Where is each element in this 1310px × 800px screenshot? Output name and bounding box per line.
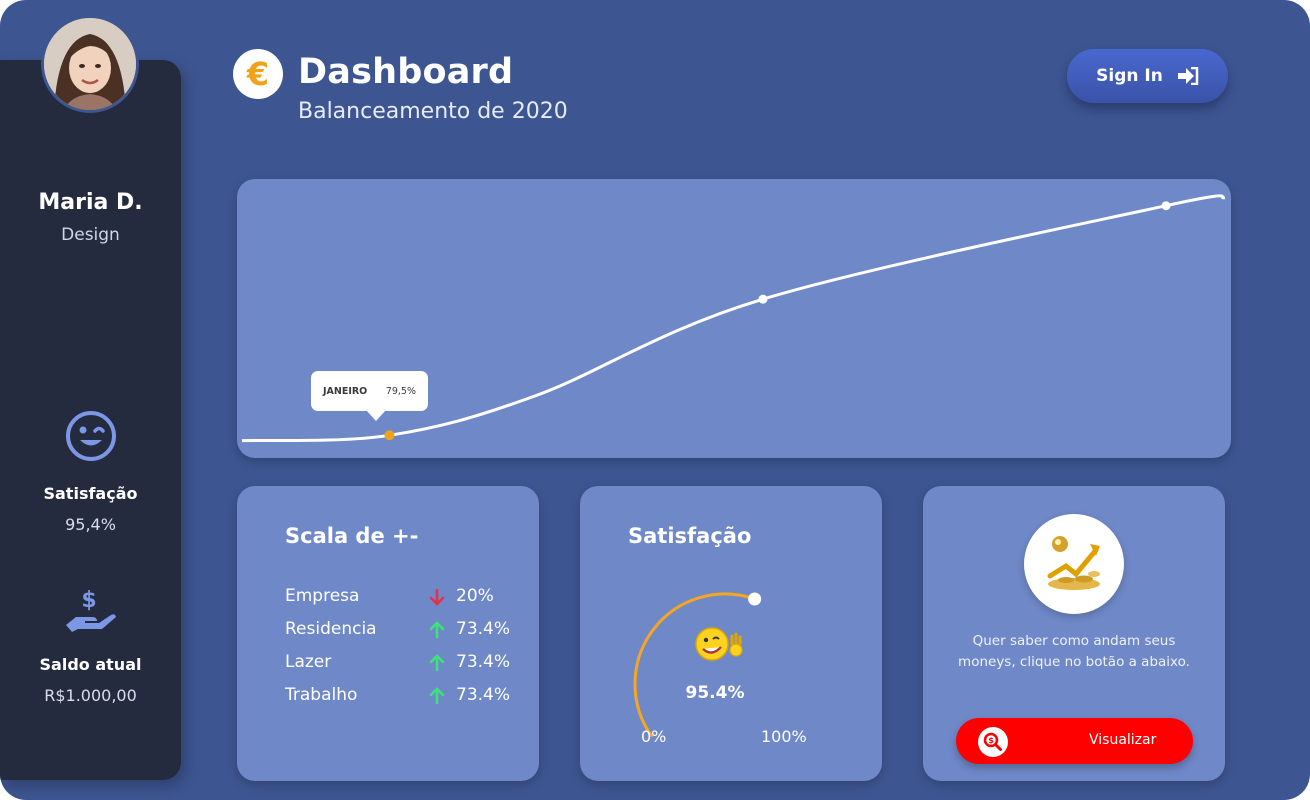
scale-row-label: Trabalho bbox=[285, 685, 358, 705]
user-name: Maria D. bbox=[38, 190, 143, 215]
scale-row-value: 73.4% bbox=[456, 619, 511, 639]
balance-value: R$1.000,00 bbox=[44, 686, 137, 705]
gauge-arc bbox=[633, 592, 757, 738]
euro-icon: € bbox=[233, 49, 283, 99]
scale-row: Residencia 73.4% bbox=[285, 619, 515, 643]
chart-point-highlighted[interactable] bbox=[384, 430, 395, 441]
sidebar: Maria D. Design Satisfação 95,4% $ Saldo… bbox=[0, 60, 181, 780]
money-hand-icon: $ bbox=[66, 588, 116, 632]
tooltip-label: JANEIRO bbox=[323, 385, 368, 397]
sign-in-icon bbox=[1177, 67, 1199, 85]
scale-row-label: Empresa bbox=[285, 586, 360, 606]
satisfaction-card: Satisfação 95.4% 0% 100% bbox=[580, 486, 882, 781]
gauge-knob[interactable] bbox=[748, 592, 762, 606]
invest-illustration bbox=[1024, 514, 1124, 614]
scale-card-title: Scala de +- bbox=[285, 524, 419, 548]
invest-card: Quer saber como andam seus moneys, cliqu… bbox=[923, 486, 1225, 781]
arrow-up-icon bbox=[429, 687, 445, 705]
gauge-min-label: 0% bbox=[641, 727, 667, 746]
page-subtitle: Balanceamento de 2020 bbox=[298, 99, 568, 124]
satisfaction-label: Satisfação bbox=[43, 484, 138, 503]
avatar-photo bbox=[44, 18, 136, 110]
scale-row: Lazer 73.4% bbox=[285, 652, 515, 676]
svg-text:$: $ bbox=[988, 736, 994, 745]
arrow-up-icon bbox=[429, 621, 445, 639]
arrow-up-icon bbox=[429, 654, 445, 672]
scale-row: Trabalho 73.4% bbox=[285, 685, 515, 709]
sign-in-label: Sign In bbox=[1096, 66, 1163, 86]
gauge-value: 95.4% bbox=[685, 683, 745, 703]
chart-point[interactable] bbox=[758, 294, 768, 304]
satisfaction-value: 95,4% bbox=[65, 515, 116, 534]
scale-row-value: 20% bbox=[456, 586, 494, 606]
wink-face-icon bbox=[66, 411, 116, 461]
avatar[interactable] bbox=[41, 15, 139, 113]
view-button-label: Visualizar bbox=[1089, 732, 1157, 748]
scale-row-label: Lazer bbox=[285, 652, 332, 672]
chart-tooltip: JANEIRO 79,5% bbox=[311, 371, 428, 421]
arrow-down-icon bbox=[429, 588, 445, 606]
scale-row-value: 73.4% bbox=[456, 652, 511, 672]
growth-coins-icon bbox=[1047, 536, 1100, 590]
user-role: Design bbox=[61, 225, 120, 245]
sign-in-button[interactable]: Sign In bbox=[1067, 49, 1228, 103]
page-title: Dashboard bbox=[298, 52, 514, 92]
scale-row-value: 73.4% bbox=[456, 685, 511, 705]
svg-text:$: $ bbox=[81, 588, 96, 613]
scale-row: Empresa 20% bbox=[285, 586, 515, 610]
scale-row-label: Residencia bbox=[285, 619, 377, 639]
search-money-icon: $ bbox=[978, 727, 1008, 757]
scale-card: Scala de +- Empresa 20% Residencia 73.4% Laz… bbox=[237, 486, 539, 781]
gauge-max-label: 100% bbox=[761, 727, 807, 746]
chart-point[interactable] bbox=[1161, 201, 1171, 211]
invest-description: Quer saber como andam seus moneys, cliqu… bbox=[958, 633, 1190, 670]
tooltip-value: 79,5% bbox=[385, 385, 416, 397]
view-button[interactable]: $ Visualizar bbox=[956, 718, 1193, 764]
balance-label: Saldo atual bbox=[39, 655, 142, 674]
smiley-ok-icon bbox=[695, 627, 743, 661]
line-chart-svg bbox=[241, 194, 1226, 443]
app-frame: Maria D. Design Satisfação 95,4% $ Saldo… bbox=[0, 0, 1310, 800]
line-chart: JANEIRO 79,5% bbox=[237, 179, 1231, 458]
